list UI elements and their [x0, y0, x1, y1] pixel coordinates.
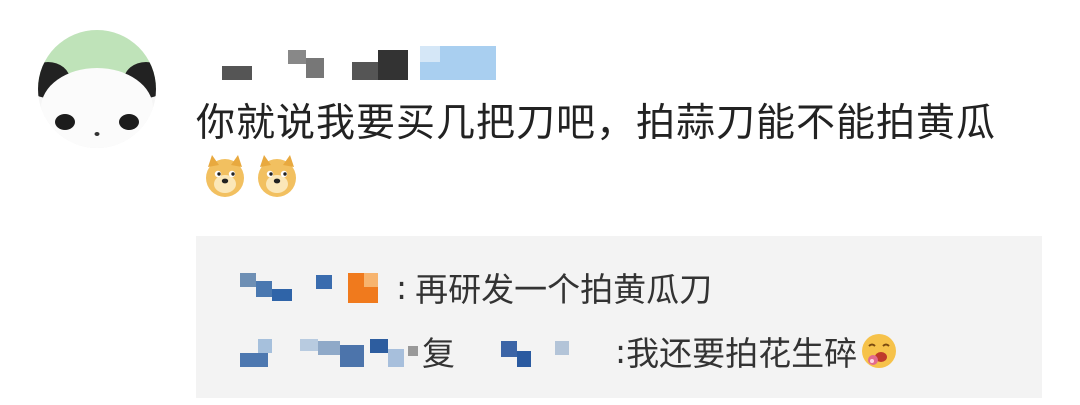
user-avatar[interactable] [38, 30, 156, 148]
doge-emoji-icon [254, 153, 300, 199]
panda-avatar-icon [38, 30, 156, 148]
reply-item[interactable]: 复 : 我还要拍花生碎 [236, 326, 899, 376]
doge-emoji-icon [202, 153, 248, 199]
reply-text: 再研发一个拍黄瓜刀 [415, 270, 713, 309]
reply-item[interactable]: : 再研发一个拍黄瓜刀 [236, 262, 712, 312]
reply-separator: : [615, 331, 627, 371]
username-blurred[interactable] [222, 46, 502, 84]
reply-username-blurred[interactable] [236, 267, 396, 307]
comment-body: 你就说我要买几把刀吧，拍蒜刀能不能拍黄瓜 [196, 96, 1026, 208]
blur-block [408, 346, 418, 356]
reply-text: 我还要拍花生碎 [626, 334, 858, 373]
drooling-emoji-icon [859, 331, 899, 371]
replies-panel[interactable]: : 再研发一个拍黄瓜刀 复 : 我还要拍花生碎 [196, 236, 1042, 398]
reply-separator: : [396, 267, 408, 307]
reply-target-username-blurred[interactable] [475, 331, 615, 371]
reply-middle-text: 复 [422, 334, 455, 373]
comment-text: 你就说我要买几把刀吧，拍蒜刀能不能拍黄瓜 [196, 101, 997, 146]
reply-username-blurred[interactable] [236, 331, 408, 371]
